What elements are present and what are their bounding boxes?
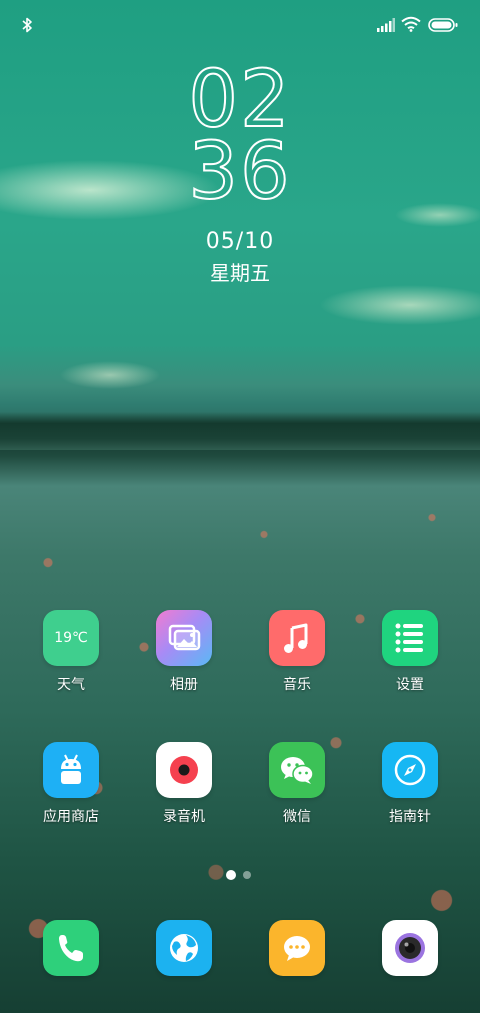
- compass-icon: [382, 742, 438, 798]
- music-icon: [269, 610, 325, 666]
- page-indicator[interactable]: [0, 870, 480, 882]
- status-bar: [0, 0, 480, 50]
- app-label: 音乐: [283, 677, 311, 693]
- android-icon: [43, 742, 99, 798]
- browser-icon: [156, 920, 212, 976]
- app-wechat[interactable]: 微信: [247, 742, 347, 826]
- camera-icon: [382, 920, 438, 976]
- app-label: 指南针: [389, 809, 431, 825]
- bluetooth-icon: [22, 17, 32, 33]
- phone-icon: [43, 920, 99, 976]
- app-label: 应用商店: [43, 809, 99, 825]
- settings-icon: [382, 610, 438, 666]
- dock-browser[interactable]: [134, 920, 234, 976]
- page-dot-active[interactable]: [226, 870, 236, 880]
- wallpaper-treeline: [0, 412, 480, 450]
- app-label: 相册: [170, 677, 198, 693]
- gallery-icon: [156, 610, 212, 666]
- recorder-icon: [156, 742, 212, 798]
- signal-icon: [377, 18, 395, 32]
- app-gallery[interactable]: 相册: [134, 610, 234, 694]
- app-settings[interactable]: 设置: [360, 610, 460, 694]
- lock-clock[interactable]: 02 36: [0, 60, 480, 217]
- page-dot[interactable]: [243, 871, 251, 879]
- dock-messages[interactable]: [247, 920, 347, 976]
- clock-minute: 36: [187, 127, 292, 217]
- app-label: 录音机: [163, 809, 205, 825]
- wechat-icon: [269, 742, 325, 798]
- app-label: 微信: [283, 809, 311, 825]
- date-text: 05/10: [205, 229, 275, 254]
- weather-temperature: 19℃: [54, 630, 88, 646]
- dock-camera[interactable]: [360, 920, 460, 976]
- dock-phone[interactable]: [21, 920, 121, 976]
- wifi-icon: [401, 16, 421, 32]
- messages-icon: [269, 920, 325, 976]
- weekday-text: 星期五: [210, 261, 270, 285]
- app-recorder[interactable]: 录音机: [134, 742, 234, 826]
- app-compass[interactable]: 指南针: [360, 742, 460, 826]
- app-label: 设置: [396, 677, 424, 693]
- app-music[interactable]: 音乐: [247, 610, 347, 694]
- weather-icon: 19℃: [43, 610, 99, 666]
- app-app-store[interactable]: 应用商店: [21, 742, 121, 826]
- app-label: 天气: [57, 677, 85, 693]
- app-weather[interactable]: 19℃ 天气: [21, 610, 121, 694]
- battery-icon: [428, 18, 458, 32]
